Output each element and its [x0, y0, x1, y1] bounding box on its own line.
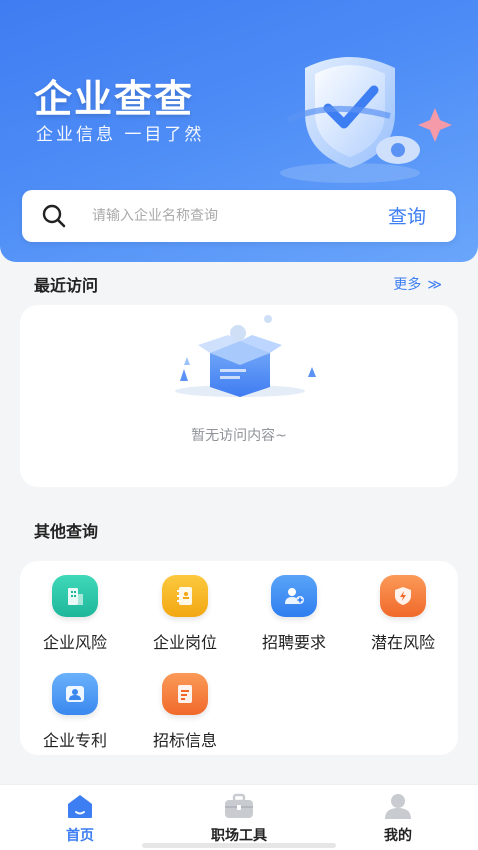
briefcase-icon — [223, 793, 255, 819]
grid-item-enterprise-risk[interactable]: 企业风险 — [20, 575, 130, 653]
tab-label: 职场工具 — [211, 828, 267, 844]
grid-item-enterprise-jobs[interactable]: 企业岗位 — [130, 575, 240, 653]
app-title: 企业查查 — [34, 77, 195, 121]
document-icon — [162, 673, 208, 715]
app-subtitle: 企业信息 一目了然 — [36, 125, 205, 145]
tab-workplace-tools[interactable]: 职场工具 — [179, 793, 299, 845]
recent-visits-card: 暂无访问内容~ — [20, 305, 458, 487]
empty-box-icon — [160, 311, 320, 405]
user-card-icon — [52, 673, 98, 715]
home-icon — [64, 793, 96, 819]
search-bar: 查询 — [22, 190, 456, 242]
grid-label: 招标信息 — [152, 731, 217, 750]
tab-home[interactable]: 首页 — [20, 793, 140, 845]
search-button[interactable]: 查询 — [388, 202, 426, 229]
grid-label: 招聘要求 — [261, 633, 326, 652]
empty-state-text: 暂无访问内容~ — [191, 428, 287, 444]
other-section-title: 其他查询 — [34, 522, 99, 541]
grid-label: 企业岗位 — [152, 633, 217, 652]
grid-label: 企业专利 — [42, 731, 107, 750]
building-icon — [52, 575, 98, 617]
tab-mine[interactable]: 我的 — [338, 793, 458, 845]
search-input[interactable] — [92, 203, 362, 229]
more-button[interactable]: 更多 ≫ — [393, 274, 442, 294]
home-indicator[interactable] — [142, 843, 336, 848]
search-icon — [42, 204, 66, 228]
notebook-icon — [162, 575, 208, 617]
shield-check-icon — [270, 38, 460, 188]
more-label: 更多 — [393, 277, 422, 293]
other-queries-card: 企业风险 企业岗位 招聘要求 潜在风险 企业专利 招标信息 — [20, 561, 458, 755]
grid-item-potential-risk[interactable]: 潜在风险 — [348, 575, 458, 653]
tab-label: 我的 — [384, 828, 412, 844]
bottom-tab-bar: 首页 职场工具 我的 — [0, 784, 478, 850]
grid-label: 潜在风险 — [370, 633, 435, 652]
grid-label: 企业风险 — [42, 633, 107, 652]
grid-item-bidding-info[interactable]: 招标信息 — [130, 673, 240, 751]
grid-item-enterprise-patents[interactable]: 企业专利 — [20, 673, 130, 751]
double-chevron-right-icon: ≫ — [427, 277, 442, 293]
grid-item-hiring-requirements[interactable]: 招聘要求 — [239, 575, 349, 653]
shield-bolt-icon — [380, 575, 426, 617]
profile-icon — [382, 793, 414, 819]
user-add-icon — [271, 575, 317, 617]
tab-label: 首页 — [66, 828, 94, 844]
recent-section-title: 最近访问 — [34, 276, 99, 295]
